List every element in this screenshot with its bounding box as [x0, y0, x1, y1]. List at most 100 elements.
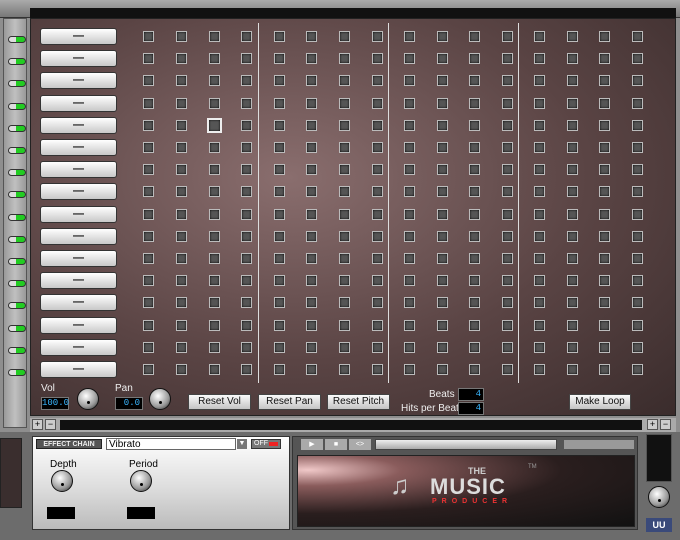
- step-pad[interactable]: [567, 230, 578, 242]
- step-pad[interactable]: [404, 142, 415, 153]
- step-pad[interactable]: [502, 31, 513, 42]
- step-pad[interactable]: [176, 297, 187, 309]
- step-pad[interactable]: [306, 208, 317, 220]
- row-enable-toggle[interactable]: [8, 280, 26, 288]
- step-pad[interactable]: [567, 253, 578, 264]
- step-pad[interactable]: [241, 208, 252, 220]
- step-pad[interactable]: [143, 75, 154, 87]
- step-pad[interactable]: [469, 319, 480, 331]
- step-pad[interactable]: [469, 208, 480, 220]
- step-pad[interactable]: [632, 119, 643, 131]
- effect-select[interactable]: Vibrato: [106, 438, 236, 450]
- step-pad[interactable]: [469, 142, 480, 153]
- reset-pan-button[interactable]: Reset Pan: [258, 394, 321, 410]
- step-pad[interactable]: [274, 53, 285, 65]
- step-pad[interactable]: [176, 364, 187, 375]
- step-pad[interactable]: [306, 164, 317, 176]
- step-pad[interactable]: [437, 341, 448, 353]
- stop-button[interactable]: ■: [325, 439, 347, 450]
- step-pad[interactable]: [404, 275, 415, 287]
- step-pad[interactable]: [534, 208, 545, 220]
- step-pad[interactable]: [339, 97, 350, 109]
- pan-display[interactable]: 0.0: [115, 397, 143, 410]
- step-pad[interactable]: [469, 364, 480, 375]
- step-pad[interactable]: [339, 142, 350, 153]
- step-pad[interactable]: [143, 364, 154, 375]
- step-pad[interactable]: [502, 75, 513, 87]
- step-pad[interactable]: [274, 230, 285, 242]
- step-pad[interactable]: [469, 230, 480, 242]
- step-pad[interactable]: [567, 186, 578, 198]
- step-pad[interactable]: [143, 164, 154, 176]
- step-pad[interactable]: [209, 53, 220, 65]
- step-pad[interactable]: [274, 275, 285, 287]
- row-enable-toggle[interactable]: [8, 191, 26, 199]
- step-pad[interactable]: [404, 319, 415, 331]
- step-pad[interactable]: [534, 297, 545, 309]
- step-pad[interactable]: [339, 208, 350, 220]
- step-pad[interactable]: [339, 31, 350, 42]
- step-pad[interactable]: [241, 364, 252, 375]
- step-pad[interactable]: [599, 53, 610, 65]
- step-pad[interactable]: [502, 230, 513, 242]
- step-pad[interactable]: [599, 142, 610, 153]
- period-knob[interactable]: [130, 470, 152, 492]
- step-pad[interactable]: [567, 164, 578, 176]
- instrument-button[interactable]: —: [40, 50, 117, 68]
- step-pad[interactable]: [469, 97, 480, 109]
- instrument-button[interactable]: —: [40, 28, 117, 45]
- step-pad[interactable]: [599, 164, 610, 176]
- step-pad[interactable]: [274, 319, 285, 331]
- step-pad[interactable]: [274, 364, 285, 375]
- step-pad[interactable]: [339, 364, 350, 375]
- step-pad[interactable]: [306, 364, 317, 375]
- step-pad[interactable]: [176, 142, 187, 153]
- step-pad[interactable]: [502, 319, 513, 331]
- step-pad[interactable]: [437, 319, 448, 331]
- step-pad[interactable]: [143, 275, 154, 287]
- step-pad[interactable]: [599, 31, 610, 42]
- instrument-button[interactable]: —: [40, 205, 117, 223]
- step-pad[interactable]: [372, 31, 383, 42]
- step-pad[interactable]: [567, 31, 578, 42]
- step-pad[interactable]: [306, 186, 317, 198]
- step-pad[interactable]: [469, 53, 480, 65]
- vol-display[interactable]: 100.0: [41, 397, 69, 410]
- step-pad[interactable]: [469, 253, 480, 264]
- step-pad[interactable]: [599, 208, 610, 220]
- step-pad[interactable]: [437, 53, 448, 65]
- step-pad[interactable]: [241, 53, 252, 65]
- step-pad[interactable]: [469, 275, 480, 287]
- effect-chain-button[interactable]: EFFECT CHAIN: [36, 439, 102, 449]
- step-pad[interactable]: [143, 142, 154, 153]
- row-enable-toggle[interactable]: [8, 235, 26, 243]
- step-pad[interactable]: [469, 119, 480, 131]
- step-pad[interactable]: [209, 186, 220, 198]
- step-pad[interactable]: [534, 253, 545, 264]
- step-pad[interactable]: [534, 53, 545, 65]
- step-pad[interactable]: [534, 31, 545, 42]
- step-pad[interactable]: [469, 341, 480, 353]
- step-pad[interactable]: [274, 164, 285, 176]
- step-pad[interactable]: [306, 119, 317, 131]
- step-pad[interactable]: [567, 97, 578, 109]
- loop-button[interactable]: <>: [349, 439, 371, 450]
- zoom-in-button[interactable]: +: [32, 419, 43, 430]
- row-enable-toggle[interactable]: [8, 80, 26, 88]
- step-pad[interactable]: [241, 319, 252, 331]
- step-pad[interactable]: [567, 53, 578, 65]
- instrument-button[interactable]: —: [40, 161, 117, 179]
- step-pad[interactable]: [372, 186, 383, 198]
- instrument-button[interactable]: —: [40, 116, 117, 134]
- hits-per-beat-input[interactable]: 4: [458, 402, 484, 415]
- step-pad[interactable]: [599, 97, 610, 109]
- step-pad[interactable]: [241, 341, 252, 353]
- step-pad[interactable]: [502, 119, 513, 131]
- pan-knob[interactable]: [149, 388, 171, 410]
- step-pad[interactable]: [339, 186, 350, 198]
- row-enable-toggle[interactable]: [8, 36, 26, 43]
- step-pad[interactable]: [372, 230, 383, 242]
- row-enable-toggle[interactable]: [8, 369, 26, 376]
- zoom-in-right-button[interactable]: +: [647, 419, 658, 430]
- step-pad[interactable]: [372, 164, 383, 176]
